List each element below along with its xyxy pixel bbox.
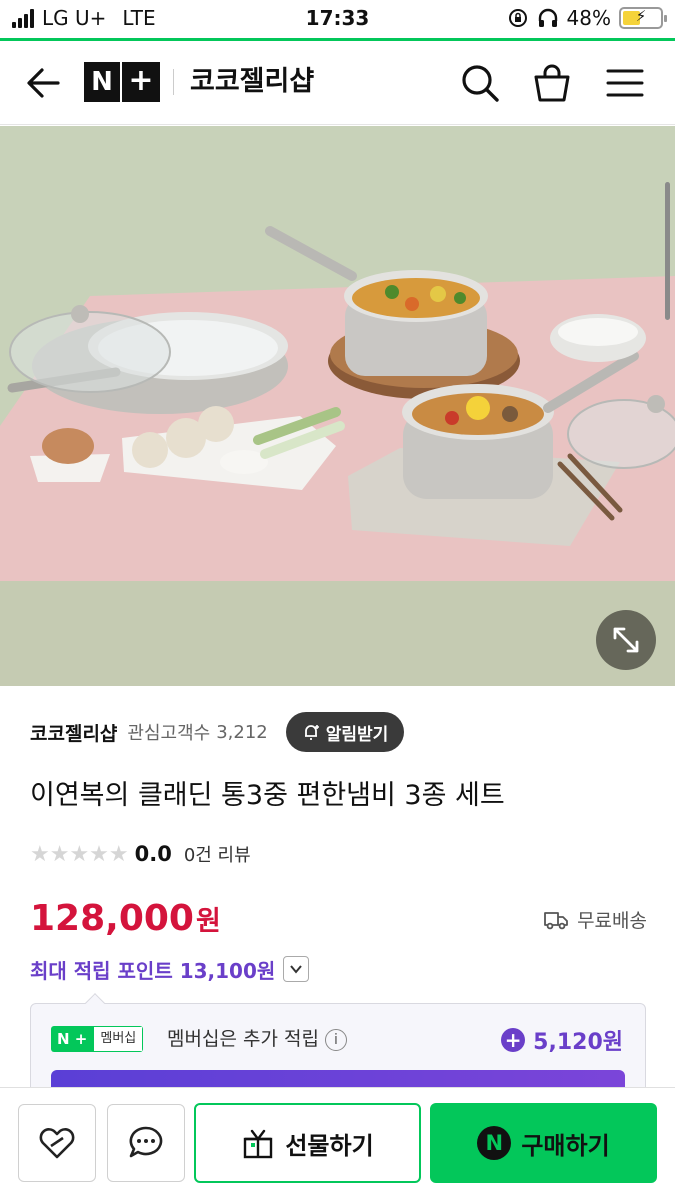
product-title: 이연복의 클래딘 통3중 편한냄비 3종 세트 [30,780,505,811]
follow-label: 관심고객수 [127,723,211,744]
buy-label: 구매하기 [521,1131,610,1160]
review-count: 0건 리뷰 [183,845,251,866]
membership-points-value: 5,120원 [533,1030,623,1055]
product-photo-illustration [0,126,675,686]
gift-label: 선물하기 [285,1131,374,1160]
wishlist-button[interactable] [18,1104,96,1182]
back-arrow-icon [27,68,60,98]
points-expand-button[interactable] [283,956,310,982]
seller-name[interactable]: 코코젤리샵 [30,719,117,746]
rating-row[interactable]: ★★★★★ 0.0 0건 리뷰 [30,838,251,870]
shipping-info: 무료배송 [543,906,647,933]
menu-button[interactable] [603,61,647,105]
rating-stars: ★★★★★ [30,841,129,867]
plus-circle-icon: + [501,1028,526,1052]
app-header: N + 코코젤리샵 [0,41,675,125]
battery-percent: 48% [566,6,611,30]
shipping-label: 무료배송 [577,910,647,932]
headphones-icon [538,8,557,27]
membership-points: + 5,120원 [501,1024,623,1056]
logo-n: N [84,62,120,102]
max-points-label: 최대 적립 포인트 13,100원 [30,958,276,983]
membership-badge-np: N + [51,1026,94,1052]
npay-icon: N [477,1126,512,1160]
alarm-button[interactable]: 알림받기 [285,712,405,752]
bottom-action-bar: 선물하기 N 구매하기 [0,1087,675,1200]
search-button[interactable] [458,61,502,105]
heart-icon [39,1128,75,1159]
price-row: 128,000 원 [30,898,221,946]
naver-plus-logo[interactable]: N + [84,62,160,102]
alarm-label: 알림받기 [325,724,389,745]
chat-bubble-icon [129,1126,163,1158]
chevron-down-icon [290,965,303,974]
seller-row: 코코젤리샵 관심고객수 3,212 알림받기 [30,712,405,752]
image-expand-button[interactable] [596,610,656,670]
membership-text: 멤버십은 추가 적립 i [167,1024,347,1054]
product-image[interactable] [0,126,675,686]
membership-badge-label: 멤버십 [93,1026,144,1052]
status-bar: LG U+ LTE 17:33 48% ⚡ [0,0,675,38]
battery-icon: ⚡ [619,7,667,29]
talk-button[interactable] [107,1104,185,1182]
expand-icon [613,627,639,653]
buy-button[interactable]: N 구매하기 [430,1103,657,1183]
rotation-lock-icon [508,9,527,27]
truck-icon [544,911,568,929]
store-title[interactable]: 코코젤리샵 [190,63,314,101]
rating-score: 0.0 [134,842,172,866]
hamburger-menu-icon [606,69,644,97]
gift-button[interactable]: 선물하기 [194,1103,421,1183]
header-divider [173,69,174,95]
follow-count: 3,212 [216,721,268,743]
membership-badge: N + 멤버십 [51,1026,144,1052]
cart-button[interactable] [530,61,574,105]
gift-icon [244,1129,273,1159]
logo-plus: + [122,62,160,102]
page-scrollbar[interactable] [665,182,670,320]
points-row[interactable]: 최대 적립 포인트 13,100원 [30,952,310,986]
status-right: 48% ⚡ [507,6,667,30]
price-unit: 원 [195,906,221,937]
info-icon[interactable]: i [324,1028,347,1051]
bell-plus-icon [304,725,319,740]
search-icon [462,65,499,102]
shopping-bag-icon [534,64,570,102]
back-button[interactable] [22,61,66,105]
price-value: 128,000 [30,898,194,939]
membership-description: 멤버십은 추가 적립 [167,1028,319,1050]
